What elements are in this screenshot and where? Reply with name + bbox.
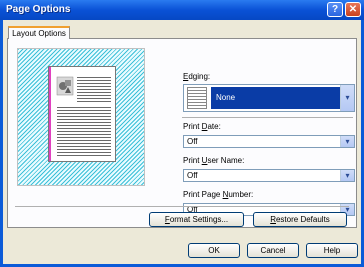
edging-selected: None (211, 87, 340, 109)
chevron-down-icon[interactable]: ▾ (340, 170, 354, 181)
help-button[interactable]: Help (306, 243, 358, 258)
print-page-number-label: Print Page Number: (183, 190, 254, 199)
window-title: Page Options (6, 4, 71, 15)
divider (182, 117, 353, 118)
preview-text-lines (77, 75, 111, 103)
help-icon[interactable]: ? (327, 2, 343, 17)
edge-marker (49, 67, 51, 161)
chevron-down-icon[interactable]: ▾ (340, 85, 354, 111)
restore-defaults-button[interactable]: Restore Defaults (253, 212, 347, 227)
divider (15, 206, 349, 207)
title-bar[interactable]: Page Options ? ✕ (0, 0, 364, 20)
print-user-name-select[interactable]: Off ▾ (183, 169, 355, 182)
edging-preview-icon (187, 87, 207, 109)
preview-page (48, 66, 116, 162)
print-date-label: Print Date: (183, 122, 221, 131)
print-date-select[interactable]: Off ▾ (183, 135, 355, 148)
ok-button[interactable]: OK (188, 243, 240, 258)
preview-graphic-icon (56, 76, 74, 96)
page-preview (17, 48, 145, 186)
page-options-dialog: Page Options ? ✕ Layout Options Edging: … (0, 0, 364, 267)
edging-dropdown[interactable]: None ▾ (183, 84, 355, 112)
format-settings-button[interactable]: Format Settings... (149, 212, 244, 227)
close-icon[interactable]: ✕ (345, 2, 361, 17)
print-user-name-label: Print User Name: (183, 156, 245, 165)
dialog-client: Layout Options Edging: None ▾ Print Date… (3, 20, 361, 264)
tab-layout-options[interactable]: Layout Options (8, 26, 70, 39)
preview-text-lines (57, 105, 111, 157)
cancel-button[interactable]: Cancel (247, 243, 299, 258)
edging-label: Edging: (183, 72, 211, 81)
chevron-down-icon[interactable]: ▾ (340, 136, 354, 147)
layout-options-panel: Edging: None ▾ Print Date: Off ▾ Print U… (7, 38, 357, 228)
